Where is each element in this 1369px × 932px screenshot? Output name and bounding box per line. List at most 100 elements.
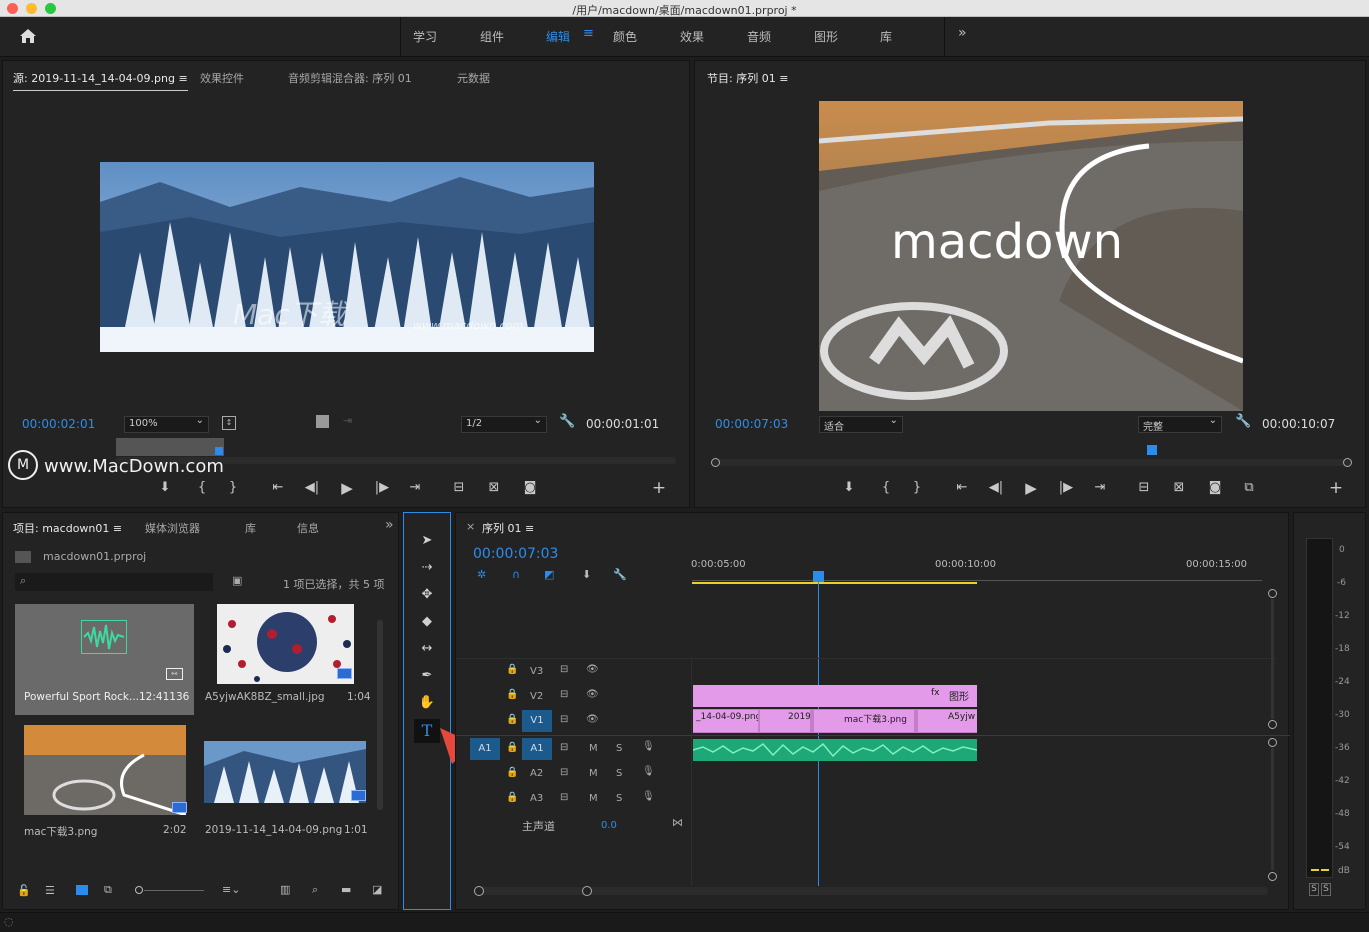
timeline-zoom-right-handle[interactable] bbox=[582, 886, 592, 896]
track-lock-icon[interactable]: 🔒 bbox=[506, 664, 518, 675]
track-eye-icon[interactable]: 👁 bbox=[586, 714, 599, 725]
work-area-bar[interactable] bbox=[692, 582, 977, 584]
program-wrench-icon[interactable]: 🔧 bbox=[1235, 414, 1251, 429]
tab-metadata[interactable]: 元数据 bbox=[457, 70, 490, 86]
video-scrollbar[interactable] bbox=[1271, 599, 1274, 719]
tab-project[interactable]: 项目: macdown01 ≡ bbox=[13, 520, 122, 536]
track-lock-icon[interactable]: 🔒 bbox=[506, 689, 518, 700]
source-goto-in-icon[interactable]: ⇤ bbox=[269, 480, 287, 495]
selection-tool-icon[interactable]: ➤ bbox=[416, 531, 438, 551]
project-item[interactable]: mac下载3.png 2:02 bbox=[15, 724, 194, 838]
new-item-icon[interactable]: ◪ bbox=[372, 883, 382, 896]
source-step-back-icon[interactable]: ◀| bbox=[303, 480, 321, 495]
tab-libraries[interactable]: 库 bbox=[245, 520, 256, 536]
add-marker-icon[interactable]: ⬇ bbox=[582, 568, 591, 581]
source-insert-icon[interactable]: ⇥ bbox=[343, 414, 352, 427]
track-select-tool-icon[interactable]: ⇢ bbox=[416, 558, 438, 578]
workspace-color[interactable]: 颜色 bbox=[613, 28, 637, 45]
background-tasks-icon[interactable]: ◌ bbox=[4, 915, 14, 928]
track-sync-icon[interactable]: ⊟ bbox=[560, 767, 568, 778]
workspace-graphics[interactable]: 图形 bbox=[814, 28, 838, 45]
project-more-icon[interactable]: » bbox=[385, 517, 394, 533]
track-label[interactable]: A2 bbox=[530, 768, 543, 779]
program-playhead[interactable] bbox=[1147, 445, 1157, 455]
project-scrollbar[interactable] bbox=[377, 620, 383, 810]
source-resolution-dropdown[interactable]: 1/2 bbox=[461, 415, 547, 433]
icon-view-icon[interactable] bbox=[76, 885, 88, 895]
program-zoom-bar[interactable] bbox=[711, 459, 1351, 466]
home-icon[interactable] bbox=[19, 28, 37, 44]
timeline-timecode[interactable]: 00:00:07:03 bbox=[473, 546, 558, 562]
workspace-libraries[interactable]: 库 bbox=[880, 28, 892, 45]
project-search-input[interactable]: ⌕ bbox=[15, 573, 213, 591]
program-goto-in-icon[interactable]: ⇤ bbox=[953, 480, 971, 495]
source-mark-out-icon[interactable]: } bbox=[224, 480, 242, 495]
zoom-slider[interactable] bbox=[144, 890, 204, 891]
project-item[interactable]: A5yjwAK8BZ_small.jpg 1:04 bbox=[196, 604, 375, 715]
meter-solo-button[interactable]: S bbox=[1321, 883, 1331, 896]
workspace-audio[interactable]: 音频 bbox=[747, 28, 771, 45]
zoom-slider-handle[interactable] bbox=[135, 886, 143, 894]
source-insert-button-icon[interactable]: ⊟ bbox=[450, 480, 468, 495]
master-bowtie-icon[interactable]: ⋈ bbox=[672, 816, 683, 829]
track-lock-icon[interactable]: 🔒 bbox=[506, 767, 518, 778]
lock-icon[interactable]: 🔓 bbox=[17, 884, 31, 897]
new-folder-icon[interactable]: ▬ bbox=[341, 883, 351, 896]
tab-effect-controls[interactable]: 效果控件 bbox=[200, 70, 244, 86]
track-lock-icon[interactable]: 🔒 bbox=[506, 742, 518, 753]
program-marker-icon[interactable]: ⬇ bbox=[840, 480, 858, 495]
timeline-ruler[interactable] bbox=[692, 575, 1262, 581]
program-mark-in-icon[interactable]: { bbox=[877, 480, 895, 495]
source-play-icon[interactable]: ▶ bbox=[338, 479, 356, 497]
track-sync-icon[interactable]: ⊟ bbox=[560, 714, 568, 725]
program-zoom-left-handle[interactable] bbox=[711, 458, 720, 467]
close-tab-icon[interactable]: × bbox=[466, 520, 475, 533]
workspace-effects[interactable]: 效果 bbox=[680, 28, 704, 45]
source-zoom-dropdown[interactable]: 100% bbox=[124, 415, 209, 433]
program-play-icon[interactable]: ▶ bbox=[1022, 479, 1040, 497]
list-view-icon[interactable]: ☰ bbox=[45, 884, 55, 897]
track-sync-icon[interactable]: ⊟ bbox=[560, 689, 568, 700]
audio-scroll-top-handle[interactable] bbox=[1268, 738, 1277, 747]
clip[interactable]: _14-04-09.png bbox=[693, 710, 758, 732]
timeline-zoom-bar[interactable] bbox=[474, 887, 1268, 895]
track-label-v1[interactable]: V1 bbox=[522, 710, 552, 732]
ripple-edit-tool-icon[interactable]: ✥ bbox=[416, 585, 438, 605]
freeform-view-icon[interactable]: ⧉ bbox=[104, 883, 112, 897]
program-fit-dropdown[interactable]: 适合 bbox=[819, 415, 903, 433]
new-bin-icon[interactable]: ▣ bbox=[232, 574, 242, 587]
clip-graphic[interactable]: fx 图形 bbox=[693, 685, 977, 707]
video-scroll-top-handle[interactable] bbox=[1268, 589, 1277, 598]
track-sync-icon[interactable]: ⊟ bbox=[560, 792, 568, 803]
track-lock-icon[interactable]: 🔒 bbox=[506, 792, 518, 803]
program-mark-out-icon[interactable]: } bbox=[908, 480, 926, 495]
nest-icon[interactable]: ✲ bbox=[477, 568, 486, 581]
workspace-editing[interactable]: 编辑 bbox=[546, 28, 570, 45]
source-inout-range[interactable] bbox=[116, 438, 224, 456]
program-quality-dropdown[interactable]: 完整 bbox=[1138, 415, 1222, 433]
source-overwrite-icon[interactable]: ⊠ bbox=[485, 480, 503, 495]
audio-scroll-bottom-handle[interactable] bbox=[1268, 872, 1277, 881]
track-lock-icon[interactable]: 🔒 bbox=[506, 714, 518, 725]
solo-button[interactable]: S bbox=[616, 793, 622, 804]
workspace-menu-icon[interactable]: ≡ bbox=[583, 26, 594, 41]
razor-tool-icon[interactable]: ◆ bbox=[416, 612, 438, 632]
source-patch-a1[interactable]: A1 bbox=[470, 738, 500, 760]
find-icon[interactable]: ⌕ bbox=[312, 883, 318, 897]
project-item[interactable]: ⇿ Powerful Sport Rock... 12:41136 bbox=[15, 604, 194, 715]
slip-tool-icon[interactable]: ↔ bbox=[416, 639, 438, 659]
tab-info[interactable]: 信息 bbox=[297, 520, 319, 536]
mic-icon[interactable]: 🎙 bbox=[642, 766, 655, 777]
tab-program[interactable]: 节目: 序列 01 ≡ bbox=[707, 70, 788, 86]
track-label[interactable]: A3 bbox=[530, 793, 543, 804]
tab-sequence[interactable]: 序列 01 ≡ bbox=[482, 520, 534, 536]
program-export-frame-icon[interactable]: ◙ bbox=[1206, 480, 1224, 495]
program-step-back-icon[interactable]: ◀| bbox=[987, 480, 1005, 495]
track-label-a1[interactable]: A1 bbox=[522, 738, 552, 760]
mic-icon[interactable]: 🎙 bbox=[642, 791, 655, 802]
audio-scrollbar[interactable] bbox=[1271, 748, 1274, 870]
source-goto-out-icon[interactable]: ⇥ bbox=[406, 480, 424, 495]
program-zoom-right-handle[interactable] bbox=[1343, 458, 1352, 467]
source-add-button-icon[interactable]: + bbox=[650, 478, 668, 498]
source-timecode[interactable]: 00:00:02:01 bbox=[22, 417, 95, 431]
